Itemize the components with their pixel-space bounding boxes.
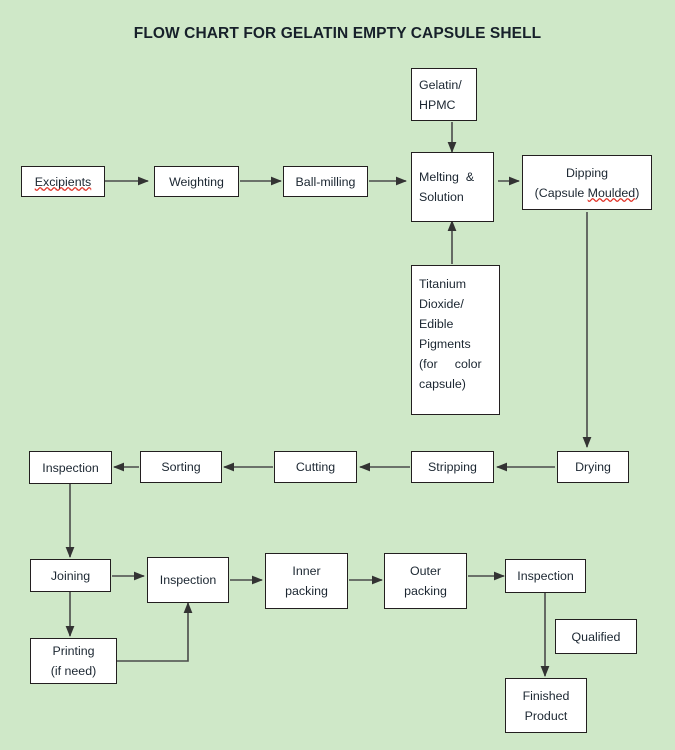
node-drying[interactable]: Drying: [557, 451, 629, 483]
node-label: Melting &: [419, 170, 475, 184]
node-label: packing: [285, 584, 328, 598]
node-label: capsule): [419, 377, 466, 391]
node-label: Cutting: [295, 460, 336, 474]
dipping-text-prefix: (Capsule: [534, 185, 588, 200]
node-label: Outer: [410, 564, 441, 578]
page-title: FLOW CHART FOR GELATIN EMPTY CAPSULE SHE…: [133, 25, 542, 42]
node-joining[interactable]: Joining: [30, 559, 111, 592]
node-sorting[interactable]: Sorting: [140, 451, 222, 483]
node-label: Pigments: [419, 337, 471, 351]
node-inspection-2[interactable]: Inspection: [147, 557, 229, 603]
node-label: Gelatin/: [419, 77, 462, 92]
node-label: Inspection: [517, 569, 574, 583]
node-label-line2: (Capsule Moulded): [523, 183, 651, 203]
node-label: Excipients: [34, 174, 92, 189]
node-weighting[interactable]: Weighting: [154, 166, 239, 197]
node-label: Joining: [50, 568, 91, 583]
node-label: Inspection: [159, 573, 217, 587]
node-label: Drying: [575, 460, 611, 474]
node-label: Dipping: [565, 165, 609, 180]
node-outer-packing[interactable]: Outer packing: [384, 553, 467, 609]
node-label: Finished: [522, 688, 570, 703]
node-label: HPMC: [419, 97, 456, 112]
node-label: Edible: [419, 317, 454, 331]
node-inspection-1[interactable]: Inspection: [29, 451, 112, 484]
node-titanium-dioxide[interactable]: Titanium Dioxide/ Edible Pigments (for c…: [411, 265, 500, 415]
node-label: Stripping: [428, 460, 477, 474]
node-label: packing: [404, 584, 447, 598]
node-label: Sorting: [161, 460, 201, 474]
node-label: Ball-milling: [295, 174, 356, 189]
node-melting-solution[interactable]: Melting & Solution: [411, 152, 494, 222]
node-label: Printing: [52, 644, 95, 658]
node-inner-packing[interactable]: Inner packing: [265, 553, 348, 609]
node-label: Dioxide/: [419, 297, 464, 311]
flowchart-canvas: FLOW CHART FOR GELATIN EMPTY CAPSULE SHE…: [0, 0, 675, 750]
edge-printing-inspection2: [117, 602, 193, 662]
node-qualified-label[interactable]: Qualified: [555, 619, 637, 654]
dipping-text-suffix: ): [635, 185, 640, 200]
node-cutting[interactable]: Cutting: [274, 451, 357, 483]
node-inspection-3[interactable]: Inspection: [505, 559, 586, 593]
dipping-text-misspelled: Moulded: [587, 185, 636, 200]
node-label: Inner: [292, 564, 321, 578]
node-label: Titanium: [419, 277, 467, 291]
node-label: Weighting: [169, 174, 224, 189]
node-label: (for color: [419, 357, 482, 371]
node-label: Qualified: [571, 629, 621, 644]
node-label: Inspection: [42, 460, 99, 475]
node-printing[interactable]: Printing (if need): [30, 638, 117, 684]
node-label: Product: [524, 708, 568, 723]
node-stripping[interactable]: Stripping: [411, 451, 494, 483]
node-finished-product[interactable]: Finished Product: [505, 678, 587, 733]
node-label: (if need): [50, 664, 97, 678]
node-excipients[interactable]: Excipients: [21, 166, 105, 197]
node-gelatin-hpmc[interactable]: Gelatin/ HPMC: [411, 68, 477, 121]
node-label: Solution: [419, 190, 464, 204]
node-ball-milling[interactable]: Ball-milling: [283, 166, 368, 197]
node-dipping[interactable]: Dipping (Capsule Moulded): [522, 155, 652, 210]
